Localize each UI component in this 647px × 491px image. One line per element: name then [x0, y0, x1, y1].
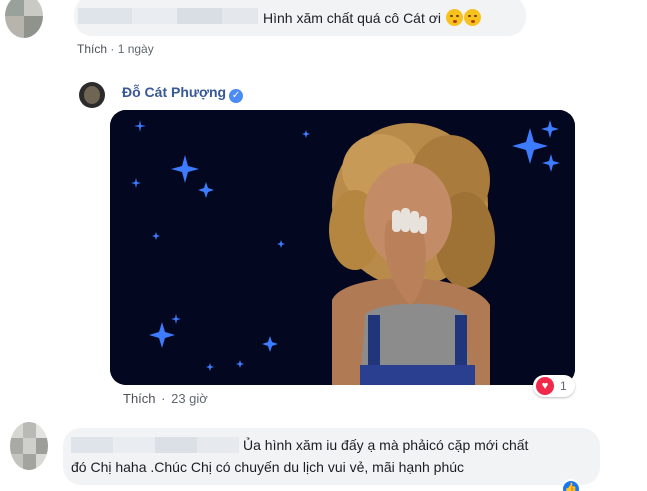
gif-attachment[interactable]: [110, 110, 575, 385]
reaction-summary[interactable]: ♥ 1: [533, 375, 575, 397]
redacted-name: [71, 437, 239, 453]
like-link[interactable]: Thích: [123, 391, 156, 406]
person-figure: [329, 123, 495, 385]
commenter-avatar[interactable]: [10, 422, 48, 470]
reply-meta: Thích · 23 giờ: [123, 391, 208, 406]
redacted-name: [78, 8, 258, 24]
separator: ·: [161, 391, 166, 406]
gif-image: [110, 110, 575, 385]
comment-bubble: Ủa hình xăm iu đấy ạ mà phảicó cặp mới c…: [63, 428, 600, 485]
timestamp[interactable]: 1 ngày: [118, 42, 154, 56]
author-name-text[interactable]: Đỗ Cát Phượng: [122, 84, 226, 100]
comment-text-line-2: đó Chị haha .Chúc Chị có chuyến du lịch …: [71, 459, 465, 475]
kissing-face-icon: [463, 9, 481, 26]
author-name[interactable]: Đỗ Cát Phượng ✓: [122, 84, 244, 103]
timestamp[interactable]: 23 giờ: [171, 391, 208, 406]
comment-text-content: Hình xăm chất quá cô Cát ơi: [263, 10, 442, 26]
verified-badge-icon: ✓: [229, 89, 244, 103]
kissing-face-icon: [445, 9, 463, 26]
separator: ·: [110, 42, 115, 56]
comment-text: Hình xăm chất quá cô Cát ơi: [263, 9, 481, 26]
comment-text-line-1: Ủa hình xăm iu đấy ạ mà phảicó cặp mới c…: [243, 437, 529, 453]
author-avatar[interactable]: [79, 82, 105, 108]
like-link[interactable]: Thích: [77, 42, 107, 56]
comment-meta: Thích · 1 ngày: [77, 42, 154, 56]
comment-bubble: Hình xăm chất quá cô Cát ơi: [74, 0, 526, 36]
commenter-avatar[interactable]: [5, 0, 43, 38]
heart-icon: ♥: [536, 377, 554, 395]
reaction-count: 1: [560, 379, 567, 393]
